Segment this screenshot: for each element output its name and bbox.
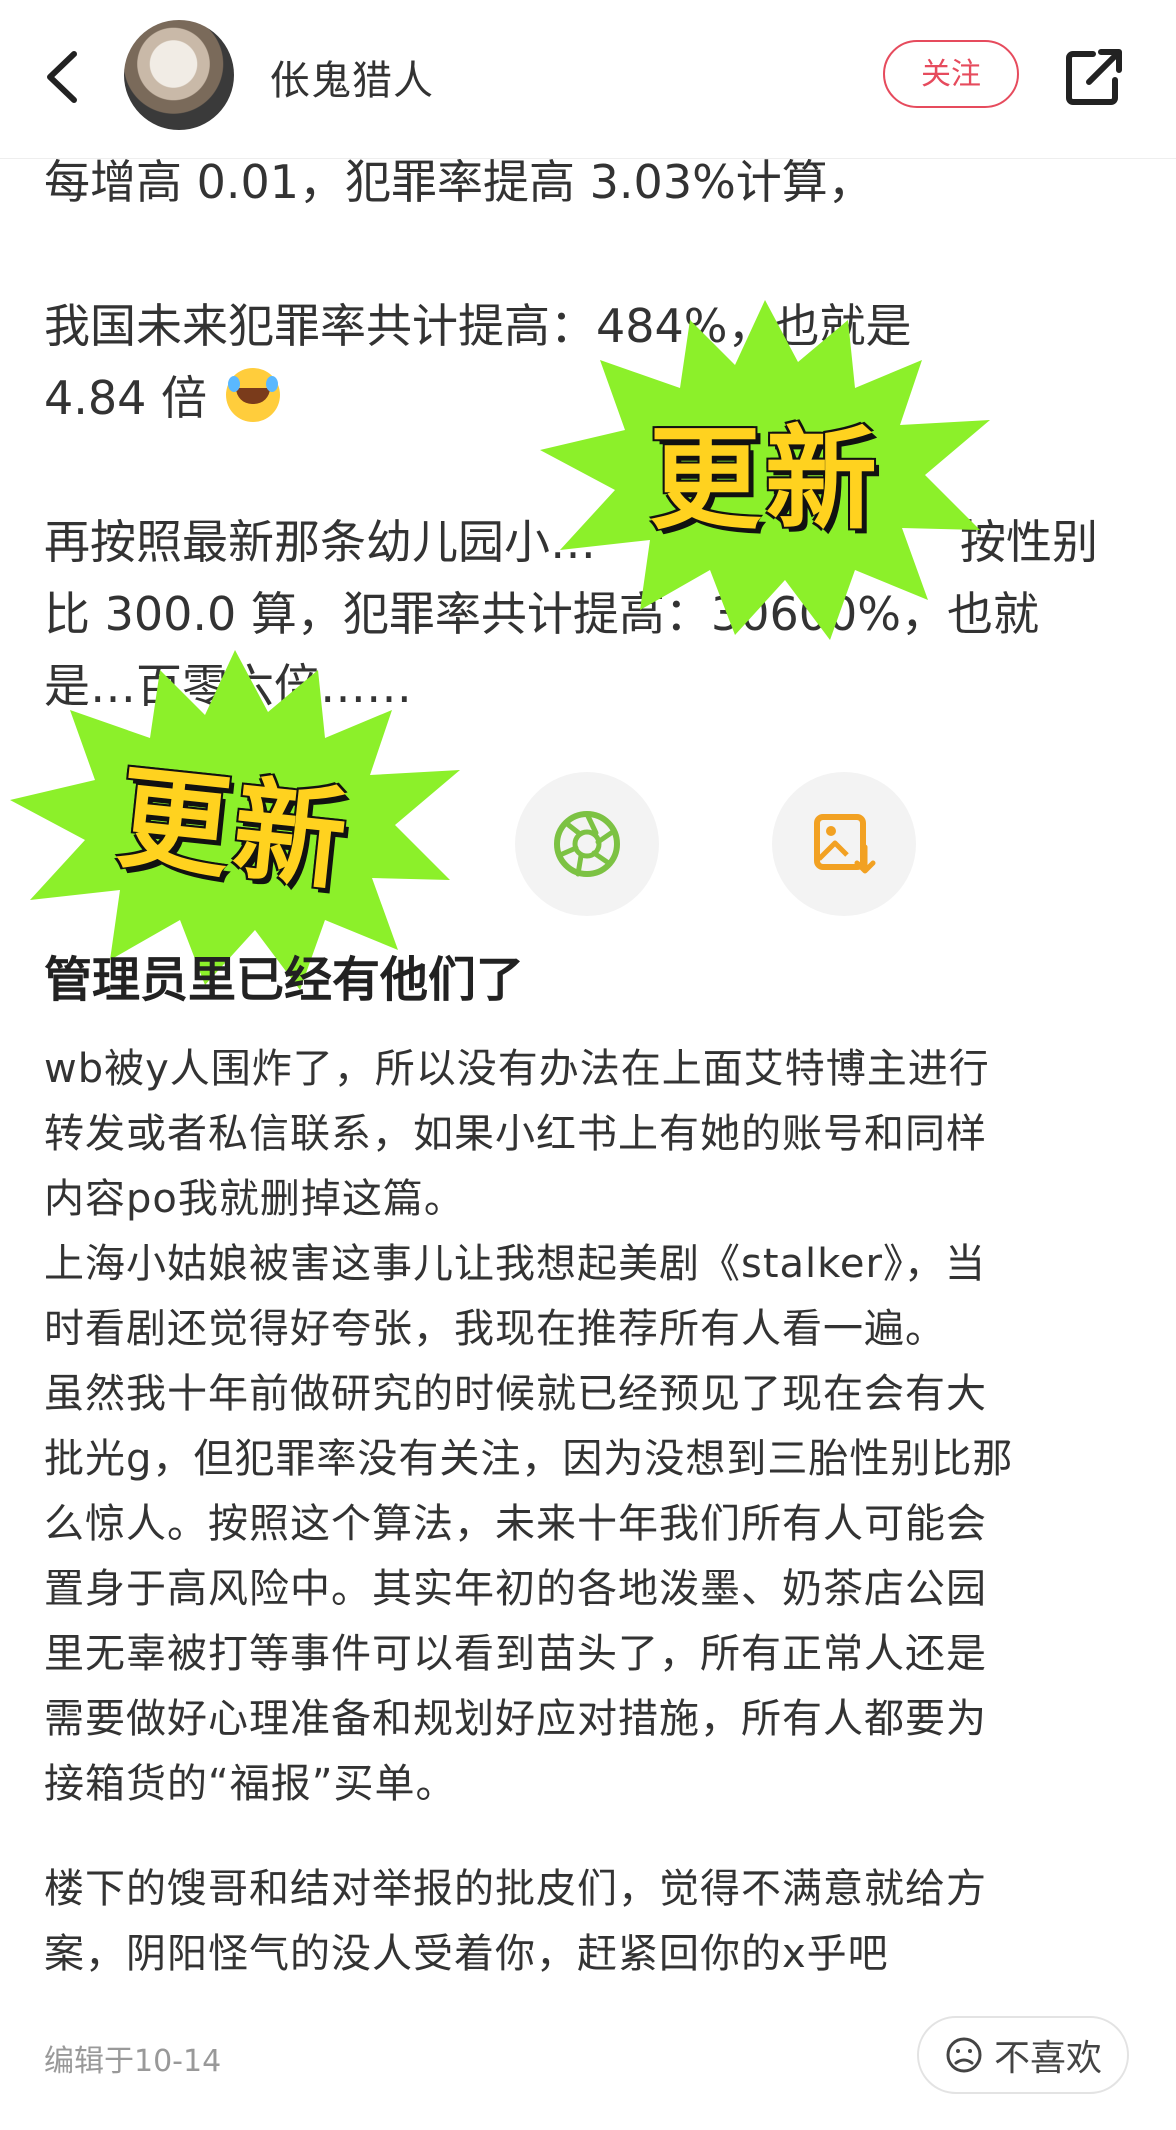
follow-button[interactable]: 关注 [883, 40, 1019, 108]
sticker-label: 更新 [649, 415, 881, 545]
share-icon [1066, 49, 1122, 105]
body-line: 需要做好心理准备和规划好应对措施，所有人都要为 [44, 1696, 987, 1742]
body-line: 置身于高风险中。其实年初的各地泼墨、奶茶店公园 [44, 1566, 987, 1612]
body-line: 么惊人。按照这个算法，未来十年我们所有人可能会 [44, 1501, 987, 1547]
author-name[interactable]: 伥鬼猎人 [270, 48, 434, 106]
image-download-icon [814, 814, 876, 874]
top-bar: 伥鬼猎人 关注 [0, 0, 1176, 159]
dislike-label: 不喜欢 [993, 2038, 1102, 2079]
chevron-left-icon [47, 51, 77, 103]
update-sticker: 更新 [530, 300, 1000, 640]
frown-face-icon [946, 2037, 982, 2073]
post-title: 管理员里已经有他们了 [44, 952, 525, 1008]
body-line: 时看剧还觉得好夸张，我现在推荐所有人看一遍。 [44, 1306, 946, 1352]
body-line: 案，阴阳怪气的没人受着你，赶紧回你的x乎吧 [44, 1931, 889, 1977]
body-line: 上海小姑娘被害这事儿让我想起美剧《stalker》，当 [44, 1241, 986, 1287]
save-image-button[interactable] [772, 772, 916, 916]
avatar[interactable] [124, 20, 234, 130]
body-line: wb被y人围炸了，所以没有办法在上面艾特博主进行 [44, 1046, 990, 1092]
body-line: 转发或者私信联系，如果小红书上有她的账号和同样 [44, 1111, 987, 1157]
article-text-line: 4.84 倍 [44, 362, 280, 434]
article-text-line: 再按照最新那条幼儿园小… [44, 515, 596, 569]
share-button[interactable] [1063, 44, 1123, 108]
body-line: 虽然我十年前做研究的时候就已经预见了现在会有大 [44, 1371, 987, 1417]
aperture-icon [554, 811, 620, 877]
edit-time: 编辑于10-14 [44, 2044, 222, 2079]
laughing-tears-emoji [225, 368, 280, 422]
update-sticker: 更新 [0, 650, 470, 990]
body-line: 内容po我就删掉这篇。 [44, 1176, 465, 1222]
body-line: 接箱货的“福报”买单。 [44, 1761, 457, 1807]
body-line: 楼下的馊哥和结对举报的批皮们，觉得不满意就给方 [44, 1866, 987, 1912]
dislike-button[interactable]: 不喜欢 [917, 2016, 1129, 2094]
back-button[interactable] [38, 42, 88, 112]
body-line: 批光g，但犯罪率没有关注，因为没想到三胎性别比那 [44, 1436, 1014, 1482]
camera-button[interactable] [515, 772, 659, 916]
body-line: 里无辜被打等事件可以看到苗头了，所有正常人还是 [44, 1631, 987, 1677]
